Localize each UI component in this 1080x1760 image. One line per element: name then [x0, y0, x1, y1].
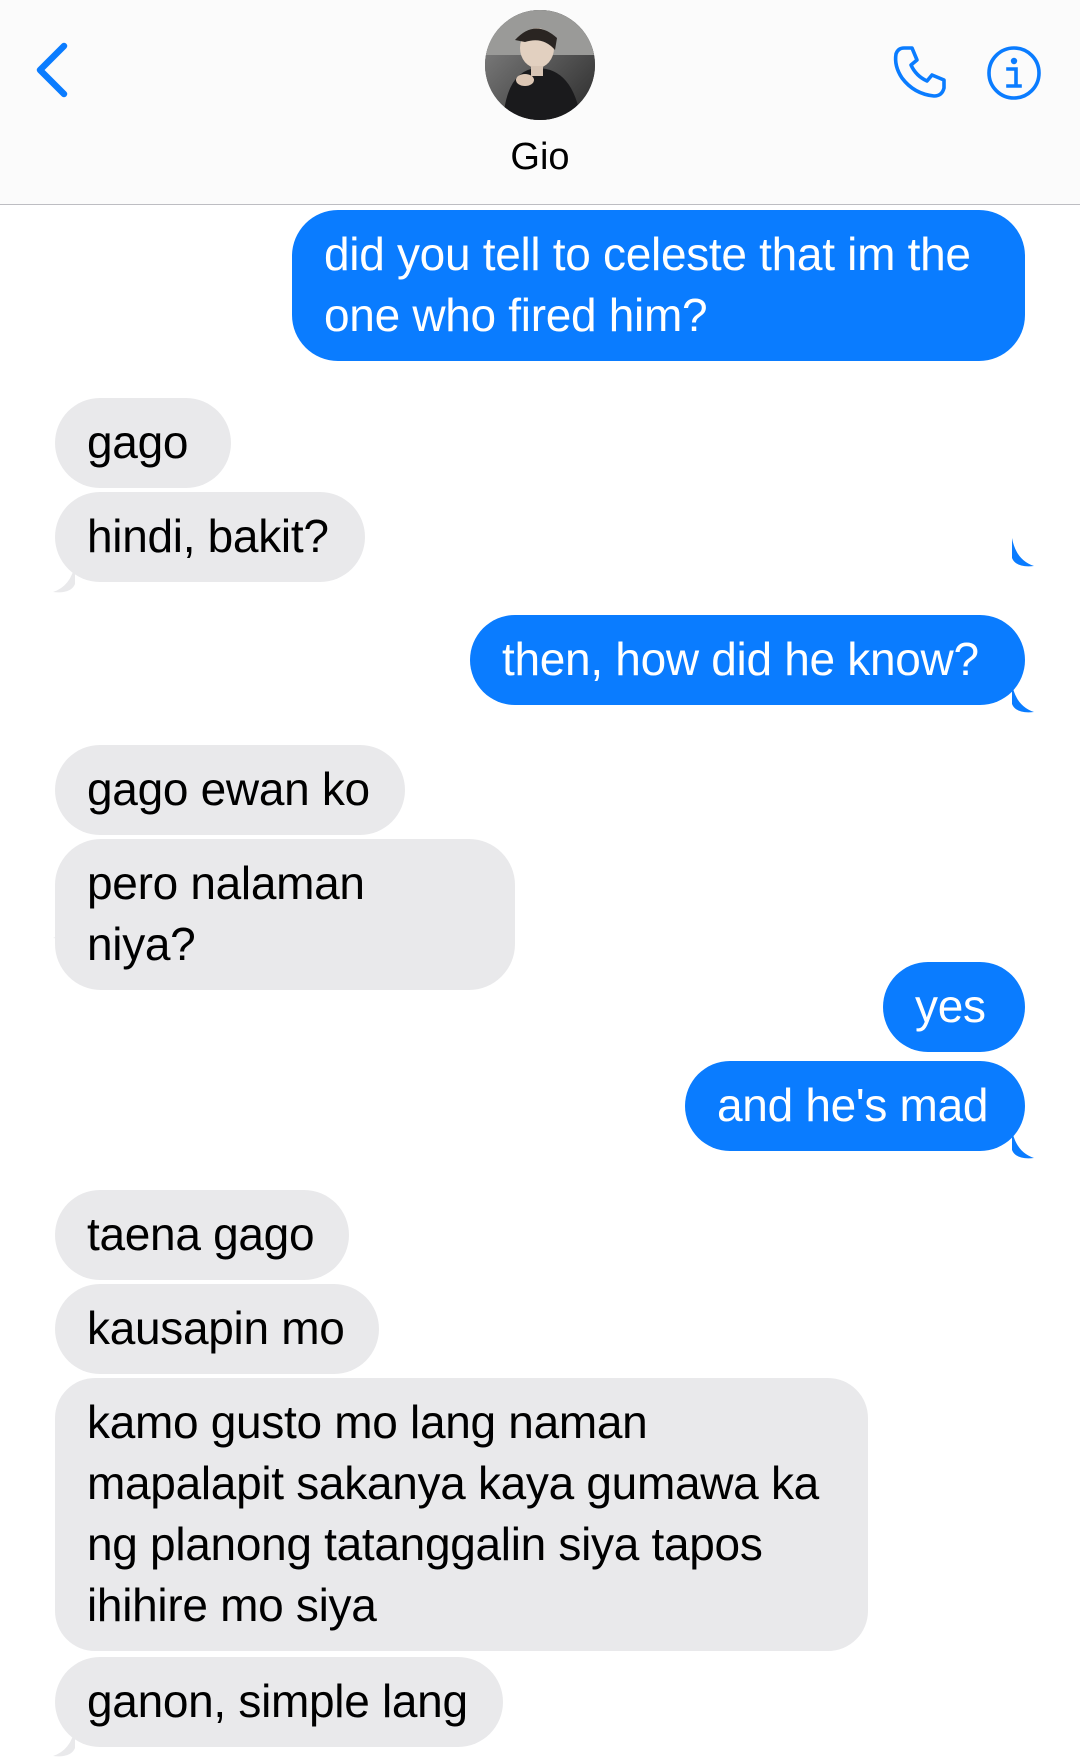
sent-bubble-tail — [1012, 1130, 1034, 1159]
phone-icon — [893, 46, 946, 98]
avatar-photo — [485, 10, 595, 120]
message-text: gago ewan ko — [87, 763, 370, 815]
sent-message[interactable]: and he's mad — [685, 1061, 1025, 1151]
sent-message[interactable]: yes — [883, 962, 1025, 1052]
message-text: did you tell to celeste that im the one … — [324, 228, 971, 341]
chevron-left-icon — [36, 42, 68, 98]
contact-avatar[interactable] — [485, 10, 595, 120]
received-message[interactable]: kausapin mo — [55, 1284, 379, 1374]
message-text: gago — [87, 416, 189, 468]
back-button[interactable] — [28, 38, 78, 102]
received-bubble-tail — [53, 1728, 75, 1757]
message-text: kausapin mo — [87, 1302, 345, 1354]
info-button[interactable] — [985, 44, 1043, 102]
sent-message[interactable]: did you tell to celeste that im the one … — [292, 210, 1025, 361]
received-message[interactable]: hindi, bakit? — [55, 492, 365, 582]
message-text: then, how did he know? — [502, 633, 979, 685]
conversation-header: Gio — [0, 0, 1080, 205]
received-message[interactable]: kamo gusto mo lang naman mapalapit sakan… — [55, 1378, 868, 1651]
received-message[interactable]: pero nalaman niya? — [55, 839, 515, 990]
message-text: pero nalaman niya? — [87, 857, 365, 970]
message-text: yes — [915, 980, 986, 1032]
received-bubble-tail — [53, 564, 75, 593]
message-text: ganon, simple lang — [87, 1675, 468, 1727]
received-message[interactable]: gago ewan ko — [55, 745, 405, 835]
received-message[interactable]: ganon, simple lang — [55, 1657, 503, 1747]
info-icon — [987, 46, 1041, 100]
message-text: taena gago — [87, 1208, 315, 1260]
message-text: and he's mad — [717, 1079, 989, 1131]
call-button[interactable] — [890, 42, 950, 102]
contact-name[interactable]: Gio — [0, 136, 1080, 179]
message-text: hindi, bakit? — [87, 510, 329, 562]
sent-bubble-tail — [1012, 684, 1034, 713]
received-message[interactable]: gago — [55, 398, 231, 488]
sent-bubble-tail — [1012, 538, 1034, 567]
message-thread[interactable]: did you tell to celeste that im the one … — [0, 205, 1080, 1760]
received-message[interactable]: taena gago — [55, 1190, 349, 1280]
sent-message[interactable]: then, how did he know? — [470, 615, 1025, 705]
message-text: kamo gusto mo lang naman mapalapit sakan… — [87, 1396, 819, 1631]
received-bubble-tail — [53, 910, 75, 939]
